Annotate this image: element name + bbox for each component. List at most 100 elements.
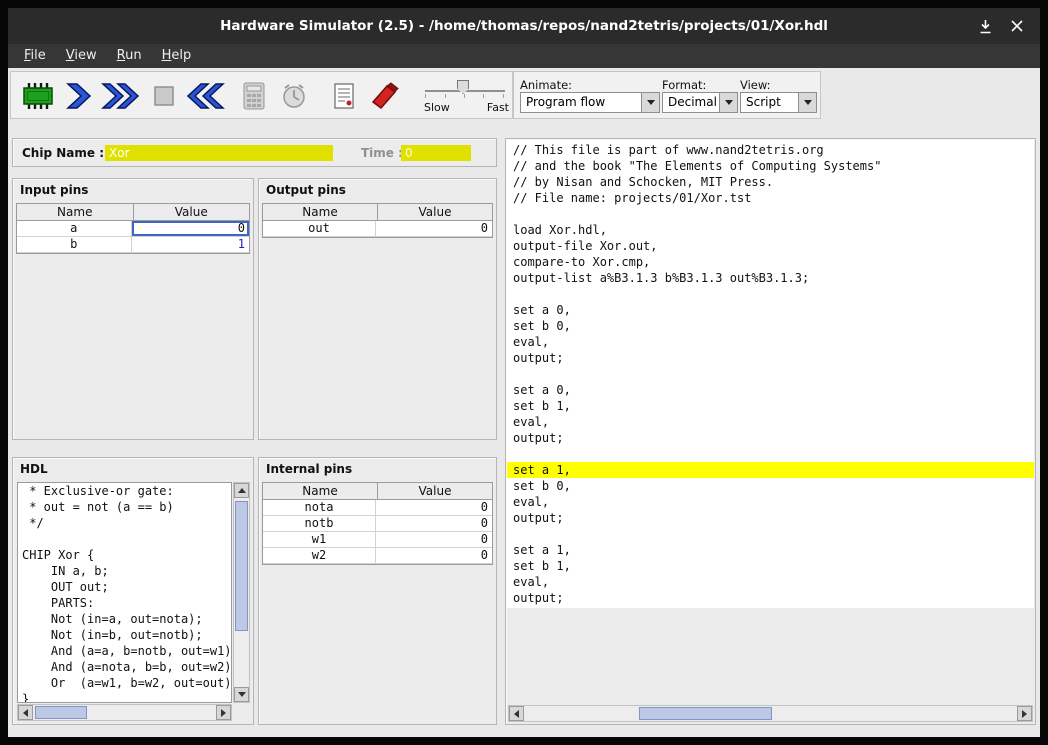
script-horizontal-scrollbar[interactable] [508,705,1033,722]
view-hdl-button[interactable] [325,77,363,115]
format-value: Decimal [663,93,719,112]
pin-value[interactable]: 0 [376,221,492,236]
hdl-line: * out = not (a == b) [18,499,231,515]
hdl-line: */ [18,515,231,531]
script-line: set a 0, [507,382,1034,398]
scroll-down-icon[interactable] [234,687,249,702]
scrollbar-thumb[interactable] [35,706,87,719]
script-line: load Xor.hdl, [507,222,1034,238]
script-line: eval, [507,414,1034,430]
document-icon [332,82,356,110]
animate-select[interactable]: Program flow [520,92,660,113]
hdl-code-view[interactable]: * Exclusive-or gate: * out = not (a == b… [17,482,232,703]
value-column-header: Value [133,204,250,220]
chevron-down-icon [798,93,816,112]
internal-pins-table: Name Value nota 0 notb 0 w1 0 w2 0 [262,482,493,565]
table-row: notb 0 [263,516,492,532]
script-line [507,526,1034,542]
reset-button[interactable] [187,77,225,115]
scroll-left-icon[interactable] [509,706,524,721]
hdl-vertical-scrollbar[interactable] [233,482,250,703]
pin-name: out [263,221,376,236]
scroll-up-icon[interactable] [234,483,249,498]
table-row: out 0 [263,221,492,237]
pin-name: nota [263,500,376,515]
speed-slider[interactable]: Slow Fast [419,74,511,118]
stop-button[interactable] [145,77,183,115]
hdl-line: CHIP Xor { [18,547,231,563]
scroll-right-icon[interactable] [216,705,231,720]
hdl-line [18,531,231,547]
pin-value[interactable]: 1 [132,237,250,252]
calculator-icon [242,82,266,110]
clock-icon [280,82,308,110]
menu-item[interactable]: File [14,44,56,68]
chevron-down-icon [641,93,659,112]
load-chip-button[interactable] [19,77,57,115]
pin-value[interactable]: 0 [376,532,492,547]
clear-output-button[interactable] [365,77,403,115]
scroll-right-icon[interactable] [1017,706,1032,721]
hdl-line: PARTS: [18,595,231,611]
hdl-line: And (a=nota, b=b, out=w2); [18,659,231,675]
single-step-icon [65,82,95,110]
single-step-button[interactable] [61,77,99,115]
script-line: output; [507,350,1034,366]
script-line: set b 1, [507,558,1034,574]
menu-item[interactable]: View [56,44,107,68]
animate-label: Animate: [520,78,572,92]
run-button[interactable] [101,77,139,115]
scrollbar-thumb[interactable] [639,707,772,720]
pin-name: w1 [263,532,376,547]
view-value: Script [741,93,798,112]
script-view[interactable]: // This file is part of www.nand2tetris.… [507,140,1034,608]
scroll-left-icon[interactable] [18,705,33,720]
value-column-header: Value [377,204,492,220]
script-line: output-list a%B3.1.3 b%B3.1.3 out%B3.1.3… [507,270,1034,286]
menu-bar: FileViewRunHelp [8,44,1040,68]
script-line: set b 0, [507,318,1034,334]
slow-label: Slow [424,101,450,114]
close-x-icon [1011,20,1023,32]
hdl-line: } [18,691,231,703]
menu-item[interactable]: Run [107,44,152,68]
chip-icon [23,83,53,109]
pin-value[interactable]: 0 [376,500,492,515]
name-column-header: Name [263,204,377,220]
calculator-button[interactable] [235,77,273,115]
input-pins-table: Name Value a 0 b 1 [16,203,250,254]
menu-item[interactable]: Help [152,44,202,68]
script-line: eval, [507,334,1034,350]
chip-name-field[interactable]: Xor [105,145,333,161]
close-icon[interactable] [1006,16,1028,36]
download-icon[interactable] [974,16,996,36]
format-label: Format: [662,78,706,92]
script-line: compare-to Xor.cmp, [507,254,1034,270]
table-row: w2 0 [263,548,492,564]
scrollbar-thumb[interactable] [235,501,248,631]
format-select[interactable]: Decimal [662,92,738,113]
pin-value[interactable]: 0 [132,221,250,236]
clock-button[interactable] [275,77,313,115]
table-row: a 0 [17,221,249,237]
pin-value[interactable]: 0 [376,548,492,563]
name-column-header: Name [263,483,377,499]
script-line [507,206,1034,222]
stop-icon [152,84,176,108]
script-line: output-file Xor.out, [507,238,1034,254]
script-line: output; [507,590,1034,606]
pin-name: b [17,237,132,252]
hdl-line: Not (in=a, out=nota); [18,611,231,627]
hdl-horizontal-scrollbar[interactable] [17,704,232,721]
hdl-panel: HDL * Exclusive-or gate: * out = not (a … [12,457,254,725]
script-line: // This file is part of www.nand2tetris.… [507,142,1034,158]
table-header: Name Value [263,204,492,221]
script-line: set b 0, [507,478,1034,494]
script-line: output; [507,510,1034,526]
pin-value[interactable]: 0 [376,516,492,531]
script-line: set b 1, [507,398,1034,414]
script-line: // by Nisan and Schocken, MIT Press. [507,174,1034,190]
table-header: Name Value [17,204,249,221]
view-select[interactable]: Script [740,92,817,113]
table-row: nota 0 [263,500,492,516]
